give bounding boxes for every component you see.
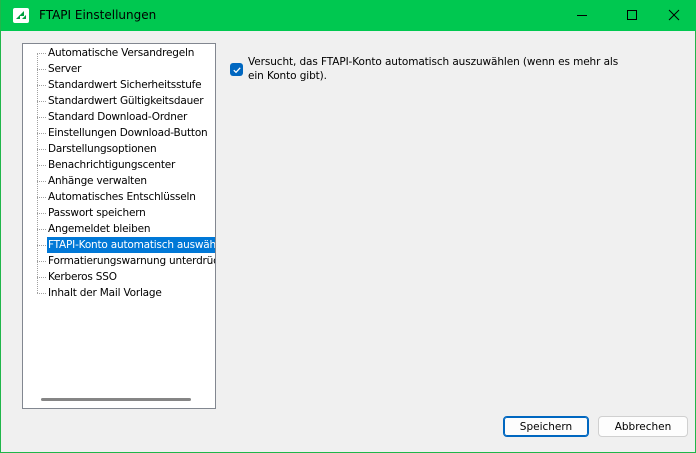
minimize-button[interactable]: [559, 0, 605, 31]
tree-item[interactable]: Inhalt der Mail Vorlage: [23, 285, 215, 301]
close-button[interactable]: [651, 0, 696, 31]
tree-connector: [37, 197, 46, 198]
tree-item-label: Anhänge verwalten: [48, 175, 147, 187]
tree-item-label: Darstellungsoptionen: [48, 143, 157, 155]
tree-item-label: Standardwert Gültigkeitsdauer: [48, 95, 204, 107]
tree-connector: [37, 213, 46, 214]
tree-connector: [37, 293, 46, 294]
save-button[interactable]: Speichern: [503, 416, 589, 437]
auto-select-account-label: Versucht, das FTAPI-Konto automatisch au…: [248, 56, 619, 82]
maximize-icon: [626, 6, 638, 25]
minimize-icon: [576, 6, 588, 25]
tree-item-label: Einstellungen Download-Button: [48, 127, 208, 139]
tree-item[interactable]: Standardwert Gültigkeitsdauer: [23, 93, 215, 109]
tree-item-label: Kerberos SSO: [48, 271, 117, 283]
tree-connector: [37, 261, 46, 262]
tree-connector: [37, 117, 46, 118]
tree-item-label: Standard Download-Ordner: [48, 111, 188, 123]
tree-item-label: Inhalt der Mail Vorlage: [48, 287, 162, 299]
tree-item[interactable]: Einstellungen Download-Button: [23, 125, 215, 141]
tree-item[interactable]: Darstellungsoptionen: [23, 141, 215, 157]
tree-item-label: Automatisches Entschlüsseln: [48, 191, 196, 203]
tree-item-label: Passwort speichern: [48, 207, 146, 219]
tree-item-label: Automatische Versandregeln: [48, 47, 195, 59]
auto-select-account-option[interactable]: Versucht, das FTAPI-Konto automatisch au…: [230, 55, 630, 85]
tree-connector: [37, 101, 46, 102]
tree-item-label: Server: [48, 63, 82, 75]
tree-item-label: Benachrichtigungscenter: [48, 159, 176, 171]
tree-item[interactable]: Server: [23, 61, 215, 77]
tree-connector: [37, 181, 46, 182]
tree-connector: [37, 245, 46, 246]
tree-connector: [37, 133, 46, 134]
tree-item[interactable]: Passwort speichern: [23, 205, 215, 221]
tree-item[interactable]: Automatisches Entschlüsseln: [23, 189, 215, 205]
checkmark-icon: [232, 60, 242, 79]
tree-item[interactable]: Anhänge verwalten: [23, 173, 215, 189]
settings-tree[interactable]: Automatische Versandregeln Server Standard…: [22, 43, 216, 409]
tree-item-label: FTAPI-Konto automatisch auswählen: [47, 237, 216, 253]
tree-connector: [37, 277, 46, 278]
tree-connector: [37, 53, 46, 54]
cancel-button[interactable]: Abbrechen: [598, 416, 688, 437]
tree-item[interactable]: Automatische Versandregeln: [23, 45, 215, 61]
tree-item[interactable]: Formatierungswarnung unterdrücken: [23, 253, 215, 269]
window-title: FTAPI Einstellungen: [39, 8, 157, 22]
tree-connector: [37, 165, 46, 166]
tree-item[interactable]: Benachrichtigungscenter: [23, 157, 215, 173]
close-icon: [668, 6, 680, 25]
tree-item[interactable]: Kerberos SSO: [23, 269, 215, 285]
ftapi-logo-icon: [13, 8, 29, 23]
tree-connector: [37, 149, 46, 150]
maximize-button[interactable]: [609, 0, 655, 31]
tree-item[interactable]: Standardwert Sicherheitsstufe: [23, 77, 215, 93]
tree-item-label: Formatierungswarnung unterdrücken: [48, 255, 215, 267]
tree-item[interactable]: Standard Download-Ordner: [23, 109, 215, 125]
settings-window: FTAPI Einstellungen Automatische Versand…: [0, 0, 696, 453]
horizontal-scrollbar-thumb[interactable]: [41, 398, 191, 401]
tree-item-label: Standardwert Sicherheitsstufe: [48, 79, 202, 91]
tree-item[interactable]: Angemeldet bleiben: [23, 221, 215, 237]
auto-select-account-checkbox[interactable]: [230, 63, 243, 76]
tree-item[interactable]: FTAPI-Konto automatisch auswählen: [23, 237, 216, 253]
title-bar[interactable]: FTAPI Einstellungen: [1, 0, 696, 31]
tree-connector: [37, 69, 46, 70]
tree-connector: [37, 229, 46, 230]
tree-connector: [37, 85, 46, 86]
tree-item-label: Angemeldet bleiben: [48, 223, 151, 235]
